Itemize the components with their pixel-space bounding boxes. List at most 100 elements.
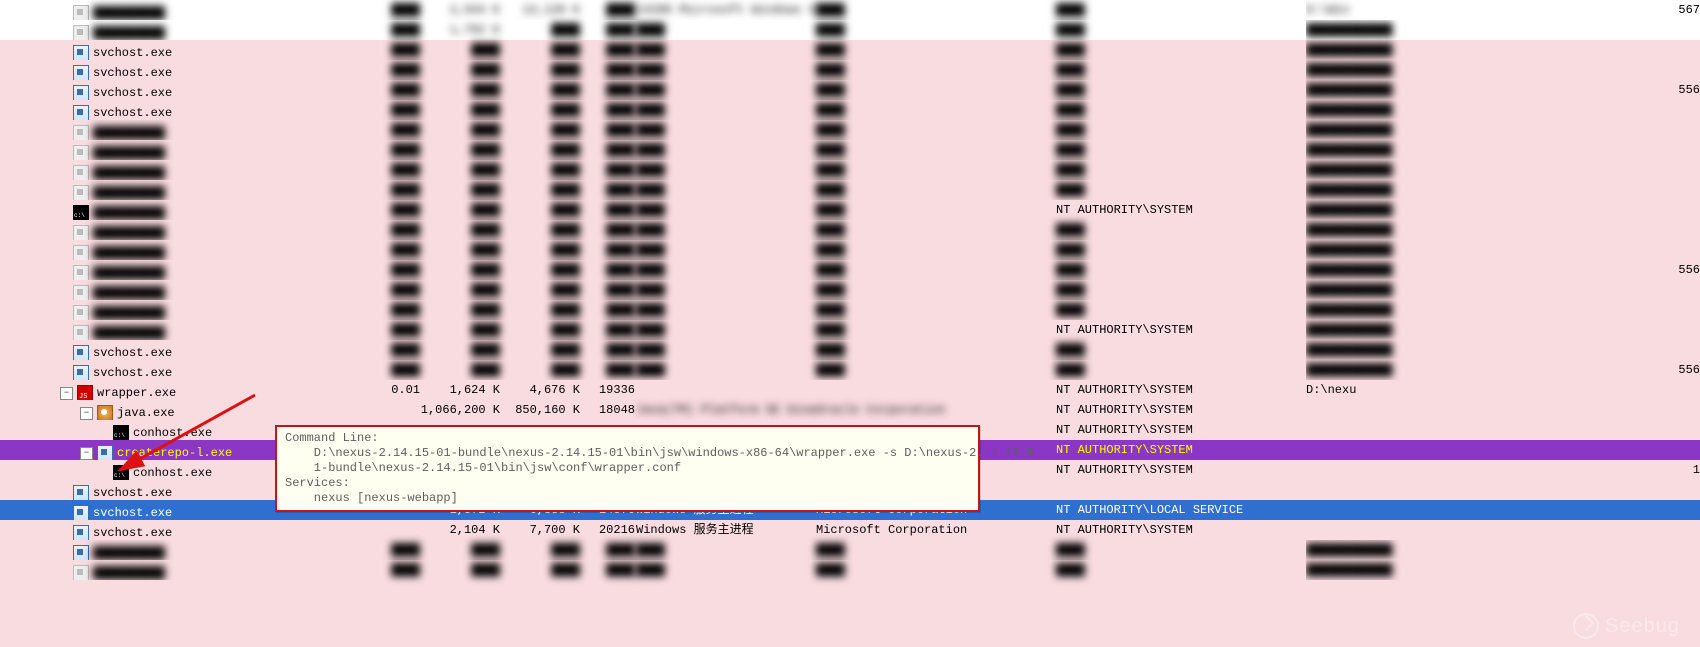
working-set-cell: ████ [500, 40, 580, 60]
cpu-cell: ████ [340, 80, 420, 100]
process-name-cell[interactable]: ██████████ [0, 540, 340, 560]
process-row-redacted[interactable]: ██████████████████████████████████NT AUT… [0, 200, 1700, 220]
process-row-redacted[interactable]: ████████████████████████████████████████… [0, 140, 1700, 160]
private-bytes-cell: ████ [420, 200, 500, 220]
process-row-redacted[interactable]: ████████████████████████████████████████… [0, 280, 1700, 300]
seebug-logo-icon [1573, 613, 1599, 639]
process-name-cell[interactable]: svchost.exe [0, 340, 340, 360]
process-row-redacted[interactable]: ████████████████████████████████████████… [0, 160, 1700, 180]
private-bytes-cell: ████ [420, 340, 500, 360]
process-name-cell[interactable]: − wrapper.exe [0, 380, 340, 400]
user-cell: ████ [1056, 340, 1306, 360]
path-cell: ████████████ [1306, 220, 1700, 240]
process-name-cell[interactable]: ██████████ [0, 300, 340, 320]
process-name: conhost.exe [133, 423, 212, 440]
process-name-cell[interactable]: −java.exe [0, 400, 340, 420]
process-row-svchost[interactable]: svchost.exe█████████████████████████████… [0, 80, 1700, 100]
cpu-cell: ████ [340, 40, 420, 60]
process-name: ██████████ [93, 23, 165, 40]
generic-icon [73, 125, 89, 140]
pid-cell: ████ [580, 320, 635, 340]
working-set-cell: ████ [500, 180, 580, 200]
pid-cell: ████ [580, 140, 635, 160]
cpu-cell: ████ [340, 120, 420, 140]
process-row-redacted[interactable]: ██████████████████████████████████NT AUT… [0, 320, 1700, 340]
working-set-cell: 4,676 K [500, 380, 580, 400]
private-bytes-cell: 2,544 K [420, 0, 500, 20]
description-cell [636, 380, 816, 400]
process-row-redacted[interactable]: ████████████████████████████████████████… [0, 240, 1700, 260]
process-name-cell[interactable]: ██████████ [0, 220, 340, 240]
tree-collapse-icon[interactable]: − [80, 447, 93, 460]
process-name-cell[interactable]: ██████████ [0, 320, 340, 340]
path-cell: ████████████556 [1306, 260, 1700, 280]
pid-cell: ████ [580, 100, 635, 120]
process-name-cell[interactable]: ██████████ [0, 140, 340, 160]
process-name-cell[interactable]: ██████████ [0, 0, 340, 20]
company-cell: ████ [816, 300, 1056, 320]
private-bytes-cell: 1,792 K [420, 20, 500, 40]
process-tooltip: Command Line: D:\nexus-2.14.15-01-bundle… [275, 425, 980, 512]
private-bytes-cell: ████ [420, 300, 500, 320]
process-row-redacted[interactable]: ████████████████████████████████████████… [0, 120, 1700, 140]
process-name: svchost.exe [93, 343, 172, 360]
process-name-cell[interactable]: ██████████ [0, 280, 340, 300]
process-name-cell[interactable]: ██████████ [0, 180, 340, 200]
process-row-redacted[interactable]: ██████████████2,544 K13,128 K████14280 M… [0, 0, 1700, 20]
working-set-cell: ████ [500, 80, 580, 100]
process-name-cell[interactable]: ██████████ [0, 240, 340, 260]
company-cell [816, 380, 1056, 400]
path-cell: D:\nexu [1306, 380, 1700, 400]
process-row-redacted[interactable]: ██████████████1,792 K███████████████████… [0, 20, 1700, 40]
company-cell: ████ [816, 360, 1056, 380]
process-explorer-grid[interactable]: ██████████████2,544 K13,128 K████14280 M… [0, 0, 1700, 647]
process-row-redacted[interactable]: ████████████████████████████████████████… [0, 260, 1700, 280]
user-cell: ████ [1056, 80, 1306, 100]
pid-cell: ████ [580, 0, 635, 20]
process-name-cell[interactable]: svchost.exe [0, 40, 340, 60]
process-name-cell[interactable]: ██████████ [0, 160, 340, 180]
process-row-wrapper[interactable]: −wrapper.exe0.011,624 K4,676 K19336NT AU… [0, 380, 1700, 400]
process-name-cell[interactable]: svchost.exe [0, 60, 340, 80]
process-row-java[interactable]: −java.exe1,066,200 K850,160 K18048Java(T… [0, 400, 1700, 420]
user-cell: NT AUTHORITY\SYSTEM [1056, 200, 1306, 220]
svc-icon [73, 485, 89, 500]
process-row-svchost[interactable]: svchost.exe2,104 K7,700 K20216Windows 服务… [0, 520, 1700, 540]
process-name: ██████████ [93, 203, 165, 220]
process-name-cell[interactable]: svchost.exe [0, 100, 340, 120]
working-set-cell: ████ [500, 220, 580, 240]
description-cell: ████ [636, 140, 816, 160]
process-row-svchost[interactable]: svchost.exe█████████████████████████████… [0, 60, 1700, 80]
process-row-redacted[interactable]: ████████████████████████████████████████… [0, 180, 1700, 200]
process-row-svchost[interactable]: svchost.exe█████████████████████████████… [0, 40, 1700, 60]
process-name-cell[interactable]: ██████████ [0, 20, 340, 40]
process-row-redacted[interactable]: ████████████████████████████████████████… [0, 220, 1700, 240]
process-row-svchost[interactable]: svchost.exe█████████████████████████████… [0, 340, 1700, 360]
process-name-cell[interactable]: svchost.exe [0, 360, 340, 380]
pid-cell: ████ [580, 60, 635, 80]
tree-collapse-icon[interactable]: − [60, 387, 73, 400]
process-row-redacted[interactable]: ████████████████████████████████████████… [0, 540, 1700, 560]
java-icon [97, 405, 113, 420]
process-name-cell[interactable]: ██████████ [0, 200, 340, 220]
process-name-cell[interactable]: ██████████ [0, 120, 340, 140]
process-name: svchost.exe [93, 483, 172, 500]
cpu-cell [340, 400, 420, 420]
process-name-cell[interactable]: svchost.exe [0, 80, 340, 100]
tree-collapse-icon[interactable]: − [80, 407, 93, 420]
description-cell: ████ [636, 360, 816, 380]
process-name-cell[interactable]: ██████████ [0, 260, 340, 280]
working-set-cell: ████ [500, 120, 580, 140]
cpu-cell: ████ [340, 160, 420, 180]
process-row-redacted[interactable]: ████████████████████████████████████████… [0, 560, 1700, 580]
process-name-cell[interactable]: ██████████ [0, 560, 340, 580]
process-row-svchost[interactable]: svchost.exe█████████████████████████████… [0, 100, 1700, 120]
process-row-svchost[interactable]: svchost.exe█████████████████████████████… [0, 360, 1700, 380]
path-cell: ████████████ [1306, 20, 1700, 40]
process-row-redacted[interactable]: ████████████████████████████████████████… [0, 300, 1700, 320]
process-name: wrapper.exe [97, 383, 176, 400]
process-name-cell[interactable]: svchost.exe [0, 520, 340, 540]
path-cell [1306, 500, 1700, 520]
pid-cell: 20216 [580, 520, 635, 540]
path-cell [1306, 520, 1700, 540]
